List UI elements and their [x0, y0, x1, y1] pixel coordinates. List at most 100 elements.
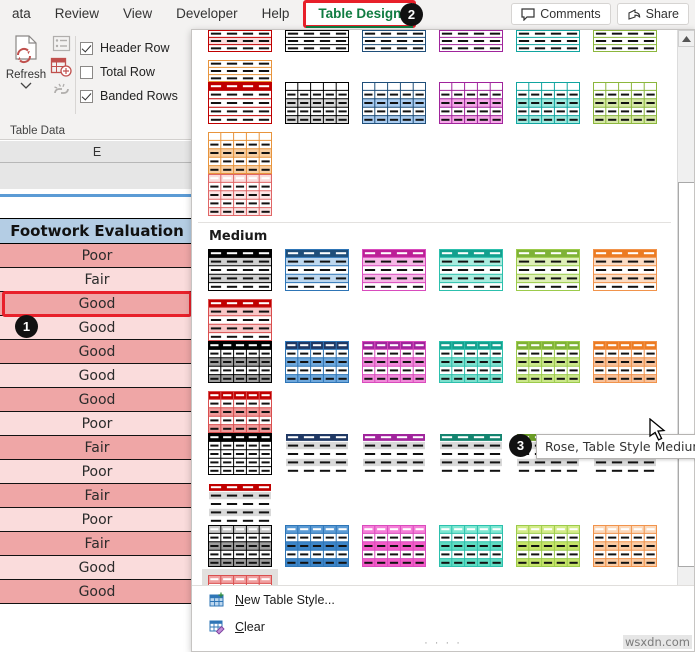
new-table-style-label: New Table Style...	[235, 592, 335, 607]
table-row[interactable]: Fair	[0, 436, 194, 460]
table-style-thumbnail[interactable]	[208, 82, 272, 124]
table-row[interactable]: Poor	[0, 508, 194, 532]
style-preview-icon	[208, 299, 272, 341]
style-preview-icon	[439, 82, 503, 124]
table-row[interactable]: Good	[0, 292, 194, 316]
tab-view[interactable]: View	[111, 0, 164, 28]
unlink-icon[interactable]	[51, 81, 72, 101]
chevron-down-icon[interactable]	[20, 82, 32, 89]
table-style-thumbnail[interactable]	[362, 433, 426, 475]
table-style-thumbnail[interactable]	[208, 299, 272, 341]
ribbon-right-actions: Comments Share	[511, 3, 689, 25]
checkbox-row-total-row[interactable]: Total Row	[80, 60, 178, 84]
share-button[interactable]: Share	[616, 3, 689, 25]
table-style-thumbnail[interactable]	[285, 433, 349, 475]
properties-icon[interactable]	[52, 35, 71, 52]
scrollbar-thumb[interactable]	[678, 182, 694, 567]
checkbox-total-row[interactable]	[80, 65, 93, 79]
table-style-thumbnail[interactable]	[593, 82, 657, 124]
table-style-thumbnail[interactable]	[439, 30, 503, 52]
checkbox-banded-rows[interactable]	[80, 89, 93, 103]
table-row[interactable]: Poor	[0, 412, 194, 436]
table-style-thumbnail[interactable]	[516, 82, 580, 124]
style-preview-icon	[208, 249, 272, 291]
comments-button[interactable]: Comments	[511, 3, 611, 25]
table-row[interactable]: Good	[0, 388, 194, 412]
table-style-thumbnail[interactable]	[208, 483, 272, 525]
table-style-thumbnail[interactable]	[208, 174, 272, 216]
table-style-thumbnail[interactable]	[208, 132, 272, 174]
table-style-thumbnail[interactable]	[208, 525, 272, 567]
column-header-e[interactable]: E	[0, 141, 194, 163]
style-preview-icon	[208, 341, 272, 383]
table-row[interactable]: Poor	[0, 244, 194, 268]
table-style-thumbnail[interactable]	[285, 525, 349, 567]
table-style-thumbnail[interactable]	[285, 249, 349, 291]
scroll-up-button[interactable]	[678, 30, 694, 47]
table-style-thumbnail[interactable]	[439, 341, 503, 383]
table-style-thumbnail[interactable]	[208, 60, 272, 82]
gallery-thumbnail-row	[192, 341, 677, 433]
table-style-thumbnail[interactable]	[439, 249, 503, 291]
checkbox-row-banded-rows[interactable]: Banded Rows	[80, 84, 178, 108]
table-style-thumbnail[interactable]	[439, 82, 503, 124]
annotation-badge-3: 3	[509, 434, 532, 457]
table-style-thumbnail[interactable]	[516, 525, 580, 567]
table-style-thumbnail[interactable]	[208, 30, 272, 52]
table-style-thumbnail[interactable]	[593, 341, 657, 383]
annotation-badge-2: 2	[400, 3, 423, 26]
new-table-style-menu-item[interactable]: New Table Style...	[192, 586, 694, 613]
tab-data[interactable]: ata	[0, 0, 43, 28]
table-style-thumbnail[interactable]	[362, 249, 426, 291]
style-preview-icon	[516, 30, 580, 52]
open-in-browser-icon[interactable]	[50, 57, 72, 77]
tab-table-design[interactable]: Table Design	[306, 0, 414, 28]
tab-developer[interactable]: Developer	[164, 0, 250, 28]
resize-grip[interactable]: · · · ·	[192, 637, 694, 649]
table-style-thumbnail[interactable]	[439, 525, 503, 567]
table-style-thumbnail[interactable]	[285, 82, 349, 124]
table-row[interactable]: Good	[0, 340, 194, 364]
table-style-thumbnail[interactable]	[362, 82, 426, 124]
table-style-thumbnail[interactable]	[516, 30, 580, 52]
watermark: wsxdn.com	[622, 635, 692, 649]
table-style-thumbnail[interactable]	[593, 249, 657, 291]
table-row[interactable]: Poor	[0, 460, 194, 484]
table-row[interactable]: Fair	[0, 532, 194, 556]
checkbox-header-row[interactable]	[80, 41, 93, 55]
style-preview-icon	[285, 433, 349, 475]
table-style-thumbnail[interactable]	[516, 341, 580, 383]
style-preview-icon	[593, 525, 657, 567]
table-style-thumbnail[interactable]	[362, 341, 426, 383]
checkbox-row-header-row[interactable]: Header Row	[80, 36, 178, 60]
table-style-thumbnail[interactable]	[208, 391, 272, 433]
gallery-scrollbar[interactable]	[677, 30, 694, 615]
gallery-thumbnail-row	[192, 249, 677, 341]
table-style-thumbnail[interactable]	[362, 525, 426, 567]
scroll-up-icon	[682, 35, 691, 42]
table-row[interactable]: Good	[0, 556, 194, 580]
table-style-thumbnail[interactable]	[516, 249, 580, 291]
table-style-thumbnail[interactable]	[593, 525, 657, 567]
table-row[interactable]: Good	[0, 364, 194, 388]
style-preview-icon	[593, 82, 657, 124]
table-style-thumbnail[interactable]	[208, 341, 272, 383]
style-preview-icon	[439, 433, 503, 475]
table-style-thumbnail[interactable]	[208, 433, 272, 475]
table-header-cell[interactable]: Footwork Evaluation	[0, 219, 194, 244]
table-style-thumbnail[interactable]	[593, 30, 657, 52]
table-style-thumbnail[interactable]	[285, 30, 349, 52]
table-style-thumbnail[interactable]	[208, 249, 272, 291]
table-style-thumbnail[interactable]	[439, 433, 503, 475]
style-preview-icon	[362, 433, 426, 475]
table-row[interactable]: Good	[0, 580, 194, 604]
tab-help[interactable]: Help	[250, 0, 302, 28]
style-preview-icon	[208, 391, 272, 433]
table-style-thumbnail[interactable]	[362, 30, 426, 52]
clear-menu-item[interactable]: Clear	[192, 613, 694, 640]
table-style-thumbnail[interactable]	[285, 341, 349, 383]
tab-review[interactable]: Review	[43, 0, 111, 28]
table-row[interactable]: Fair	[0, 268, 194, 292]
refresh-button[interactable]: Refresh	[2, 34, 50, 108]
table-row[interactable]: Fair	[0, 484, 194, 508]
